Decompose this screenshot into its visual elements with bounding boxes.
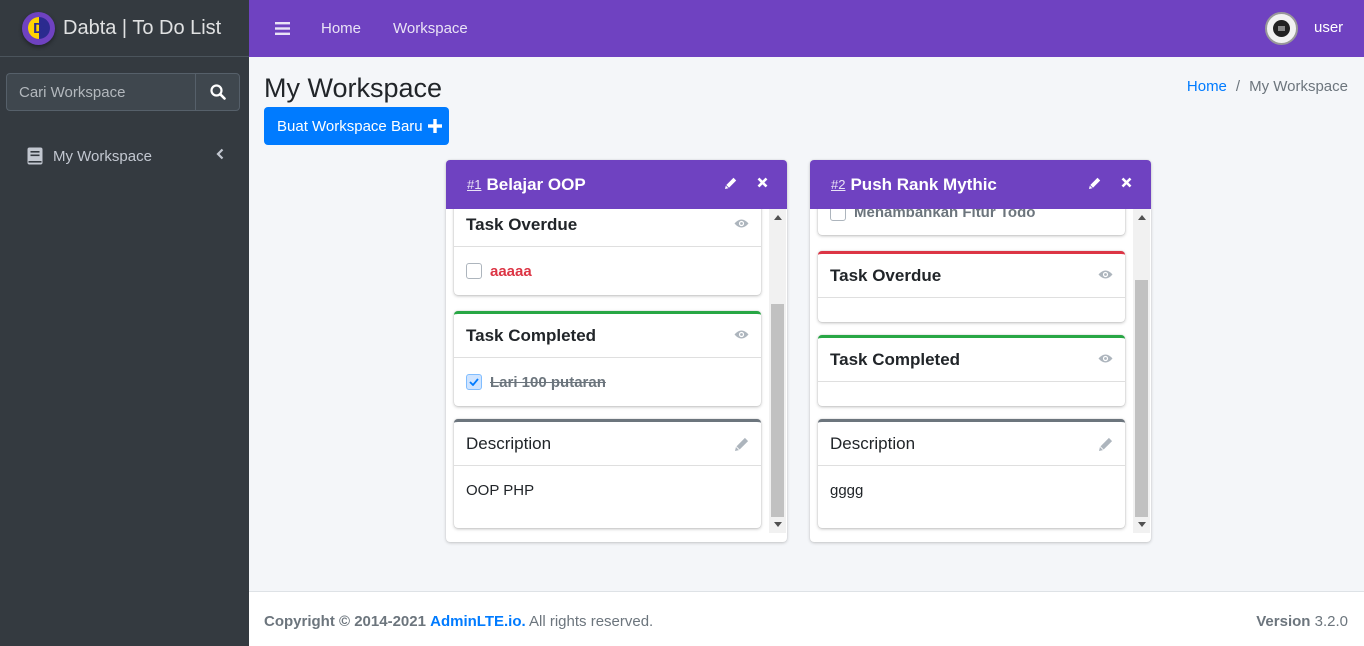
search-icon [209,84,226,100]
eye-icon[interactable] [734,329,749,340]
workspace-card: #2 Push Rank Mythic Menambahkan Fitur To… [810,160,1151,542]
description-text: OOP PHP [466,482,535,499]
copyright-text: Copyright © 2014-2021 [264,613,426,630]
scrollbar[interactable] [769,209,786,533]
sidebar-item-label: My Workspace [53,147,152,165]
pencil-icon[interactable] [725,177,737,189]
task-checkbox[interactable] [830,209,846,221]
breadcrumb-current: My Workspace [1249,78,1348,95]
check-icon [469,378,479,386]
scroll-up-arrow[interactable] [774,215,782,220]
task-label: Menambahkan Fitur Todo [854,209,1036,221]
pencil-icon[interactable] [1089,177,1101,189]
scroll-down-arrow[interactable] [1138,522,1146,527]
create-workspace-label: Buat Workspace Baru [277,117,423,135]
version-label: Version [1256,613,1311,630]
scroll-up-arrow[interactable] [1138,215,1146,220]
plus-icon [427,119,442,133]
breadcrumb-home-link[interactable]: Home [1187,78,1227,95]
workspace-number-link[interactable]: #2 [831,177,845,192]
card-title: Description [466,433,552,453]
breadcrumb: Home / My Workspace [1187,78,1348,95]
search-button[interactable] [195,73,240,111]
close-icon[interactable] [1121,177,1132,188]
card-title: Task Completed [466,325,597,345]
pencil-icon[interactable] [1099,437,1113,451]
description-text: gggg [830,482,864,499]
sidebar-item-my-workspace[interactable]: My Workspace [8,137,240,175]
footer-copyright: Copyright © 2014-2021 AdminLTE.io. All r… [264,613,653,630]
workspace-title: Belajar OOP [486,174,586,194]
brand-logo: D [22,11,55,45]
task-label: aaaaa [490,262,532,280]
workspace-body[interactable]: Menambahkan Fitur Todo Task Overdue Task… [810,209,1151,542]
eye-icon[interactable] [734,218,749,229]
page-title: My Workspace [264,73,443,103]
task-label: Lari 100 putaran [490,373,606,391]
workspace-card: #1 Belajar OOP Task Overdue aaaaa Task C… [446,160,787,542]
description-card: Description OOP PHP [454,419,761,528]
task-checkbox-checked[interactable] [466,374,482,390]
task-item: aaaaa [454,247,761,295]
task-todo-card: Menambahkan Fitur Todo [818,209,1125,235]
card-title: Description [830,433,916,453]
close-icon[interactable] [757,177,768,188]
version-number: 3.2.0 [1314,613,1348,630]
user-avatar[interactable] [1265,12,1298,45]
sidebar-search [6,73,240,111]
breadcrumb-separator: / [1235,78,1241,95]
workspace-number-link[interactable]: #1 [467,177,481,192]
workspace-header: #2 Push Rank Mythic [810,160,1151,209]
topbar: Home Workspace user [249,0,1364,57]
task-checkbox[interactable] [466,263,482,279]
footer: Copyright © 2014-2021 AdminLTE.io. All r… [249,591,1364,646]
task-item: Menambahkan Fitur Todo [818,209,1125,235]
scroll-down-arrow[interactable] [774,522,782,527]
create-workspace-button[interactable]: Buat Workspace Baru [264,107,449,145]
menu-icon[interactable] [275,22,290,35]
task-completed-card: Task Completed [818,335,1125,406]
task-overdue-card: Task Overdue [818,251,1125,322]
card-title: Task Overdue [466,214,578,234]
adminlte-link[interactable]: AdminLTE.io. [430,613,526,630]
card-title: Task Overdue [830,265,942,285]
workspace-header: #1 Belajar OOP [446,160,787,209]
nav-workspace-link[interactable]: Workspace [393,20,468,37]
description-card: Description gggg [818,419,1125,528]
chevron-left-icon[interactable] [216,148,224,160]
nav-home-link[interactable]: Home [321,20,361,37]
task-overdue-card: Task Overdue aaaaa [454,209,761,295]
scroll-thumb[interactable] [771,304,784,517]
scrollbar[interactable] [1133,209,1150,533]
task-completed-card: Task Completed Lari 100 putaran [454,311,761,406]
rights-text: All rights reserved. [529,613,654,630]
task-item: Lari 100 putaran [454,358,761,406]
eye-icon[interactable] [1098,269,1113,280]
user-menu[interactable]: user [1314,19,1343,36]
sidebar: D Dabta | To Do List My Workspace [0,0,249,646]
search-input[interactable] [6,73,195,111]
card-title: Task Completed [830,349,961,369]
pencil-icon[interactable] [735,437,749,451]
brand-logo-letter: D [27,17,50,39]
brand-title: Dabta | To Do List [63,16,222,39]
scroll-thumb[interactable] [1135,280,1148,517]
brand-link[interactable]: D Dabta | To Do List [0,0,249,57]
workspace-title: Push Rank Mythic [850,174,997,194]
footer-version: Version 3.2.0 [1256,613,1348,630]
book-icon [27,147,43,165]
workspace-body[interactable]: Task Overdue aaaaa Task Completed Lari 1… [446,209,787,542]
eye-icon[interactable] [1098,353,1113,364]
